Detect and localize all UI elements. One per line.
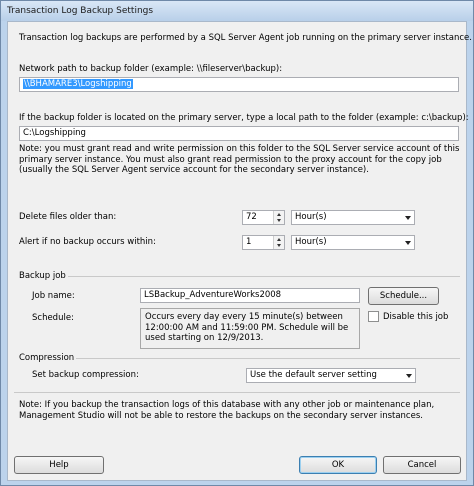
local-path-label: If the backup folder is located on the p… <box>19 113 469 123</box>
compression-section-label: Compression <box>19 353 75 363</box>
job-name-label: Job name: <box>32 291 75 301</box>
alert-unit: Hour(s) <box>295 237 327 247</box>
local-path-input[interactable]: C:\Logshipping <box>19 126 459 141</box>
job-name-input[interactable]: LSBackup_AdventureWorks2008 <box>140 288 360 303</box>
section-divider <box>68 276 460 277</box>
dialog-body: Transaction log backups are performed by… <box>7 21 472 481</box>
network-path-input[interactable]: \\BHAMARE3\Logshipping <box>19 77 459 92</box>
alert-label: Alert if no backup occurs within: <box>19 237 156 247</box>
network-path-label: Network path to backup folder (example: … <box>19 64 283 74</box>
compression-label: Set backup compression: <box>32 370 139 380</box>
spin-down-icon <box>277 219 281 222</box>
footer-note: Note: If you backup the transaction logs… <box>19 400 435 421</box>
dialog-window: Transaction Log Backup Settings Transact… <box>0 0 474 486</box>
delete-files-unit-select[interactable]: Hour(s) <box>291 210 415 225</box>
chevron-down-icon <box>406 374 412 378</box>
disable-job-checkbox[interactable] <box>368 311 379 322</box>
spin-up-icon <box>277 213 281 216</box>
delete-files-unit: Hour(s) <box>295 212 327 222</box>
delete-files-spinner[interactable]: 72 <box>242 210 285 225</box>
intro-text: Transaction log backups are performed by… <box>19 33 472 43</box>
alert-unit-select[interactable]: Hour(s) <box>291 235 415 250</box>
permission-note: Note: you must grant read and write perm… <box>19 144 460 175</box>
network-path-value: \\BHAMARE3\Logshipping <box>23 79 133 89</box>
help-button[interactable]: Help <box>14 456 104 474</box>
compression-value: Use the default server setting <box>250 370 377 380</box>
section-divider <box>14 392 460 393</box>
alert-spinner[interactable]: 1 <box>242 235 285 250</box>
chevron-down-icon <box>405 216 411 220</box>
cancel-button[interactable]: Cancel <box>383 456 461 474</box>
backup-job-section-label: Backup job <box>19 271 66 281</box>
title-bar[interactable]: Transaction Log Backup Settings <box>1 1 473 21</box>
delete-files-value: 72 <box>246 212 257 222</box>
spinner-buttons[interactable] <box>273 211 284 224</box>
alert-value: 1 <box>246 237 252 247</box>
chevron-down-icon <box>405 241 411 245</box>
disable-job-label: Disable this job <box>383 312 449 322</box>
schedule-label: Schedule: <box>32 313 74 323</box>
delete-files-label: Delete files older than: <box>19 212 117 222</box>
schedule-button[interactable]: Schedule... <box>368 287 439 305</box>
spin-up-icon <box>277 238 281 241</box>
spin-down-icon <box>277 244 281 247</box>
dialog-title: Transaction Log Backup Settings <box>7 6 154 16</box>
ok-button[interactable]: OK <box>299 456 377 474</box>
schedule-description: Occurs every day every 15 minute(s) betw… <box>140 308 360 349</box>
spinner-buttons[interactable] <box>273 236 284 249</box>
compression-select[interactable]: Use the default server setting <box>246 368 416 383</box>
section-divider <box>76 358 460 359</box>
